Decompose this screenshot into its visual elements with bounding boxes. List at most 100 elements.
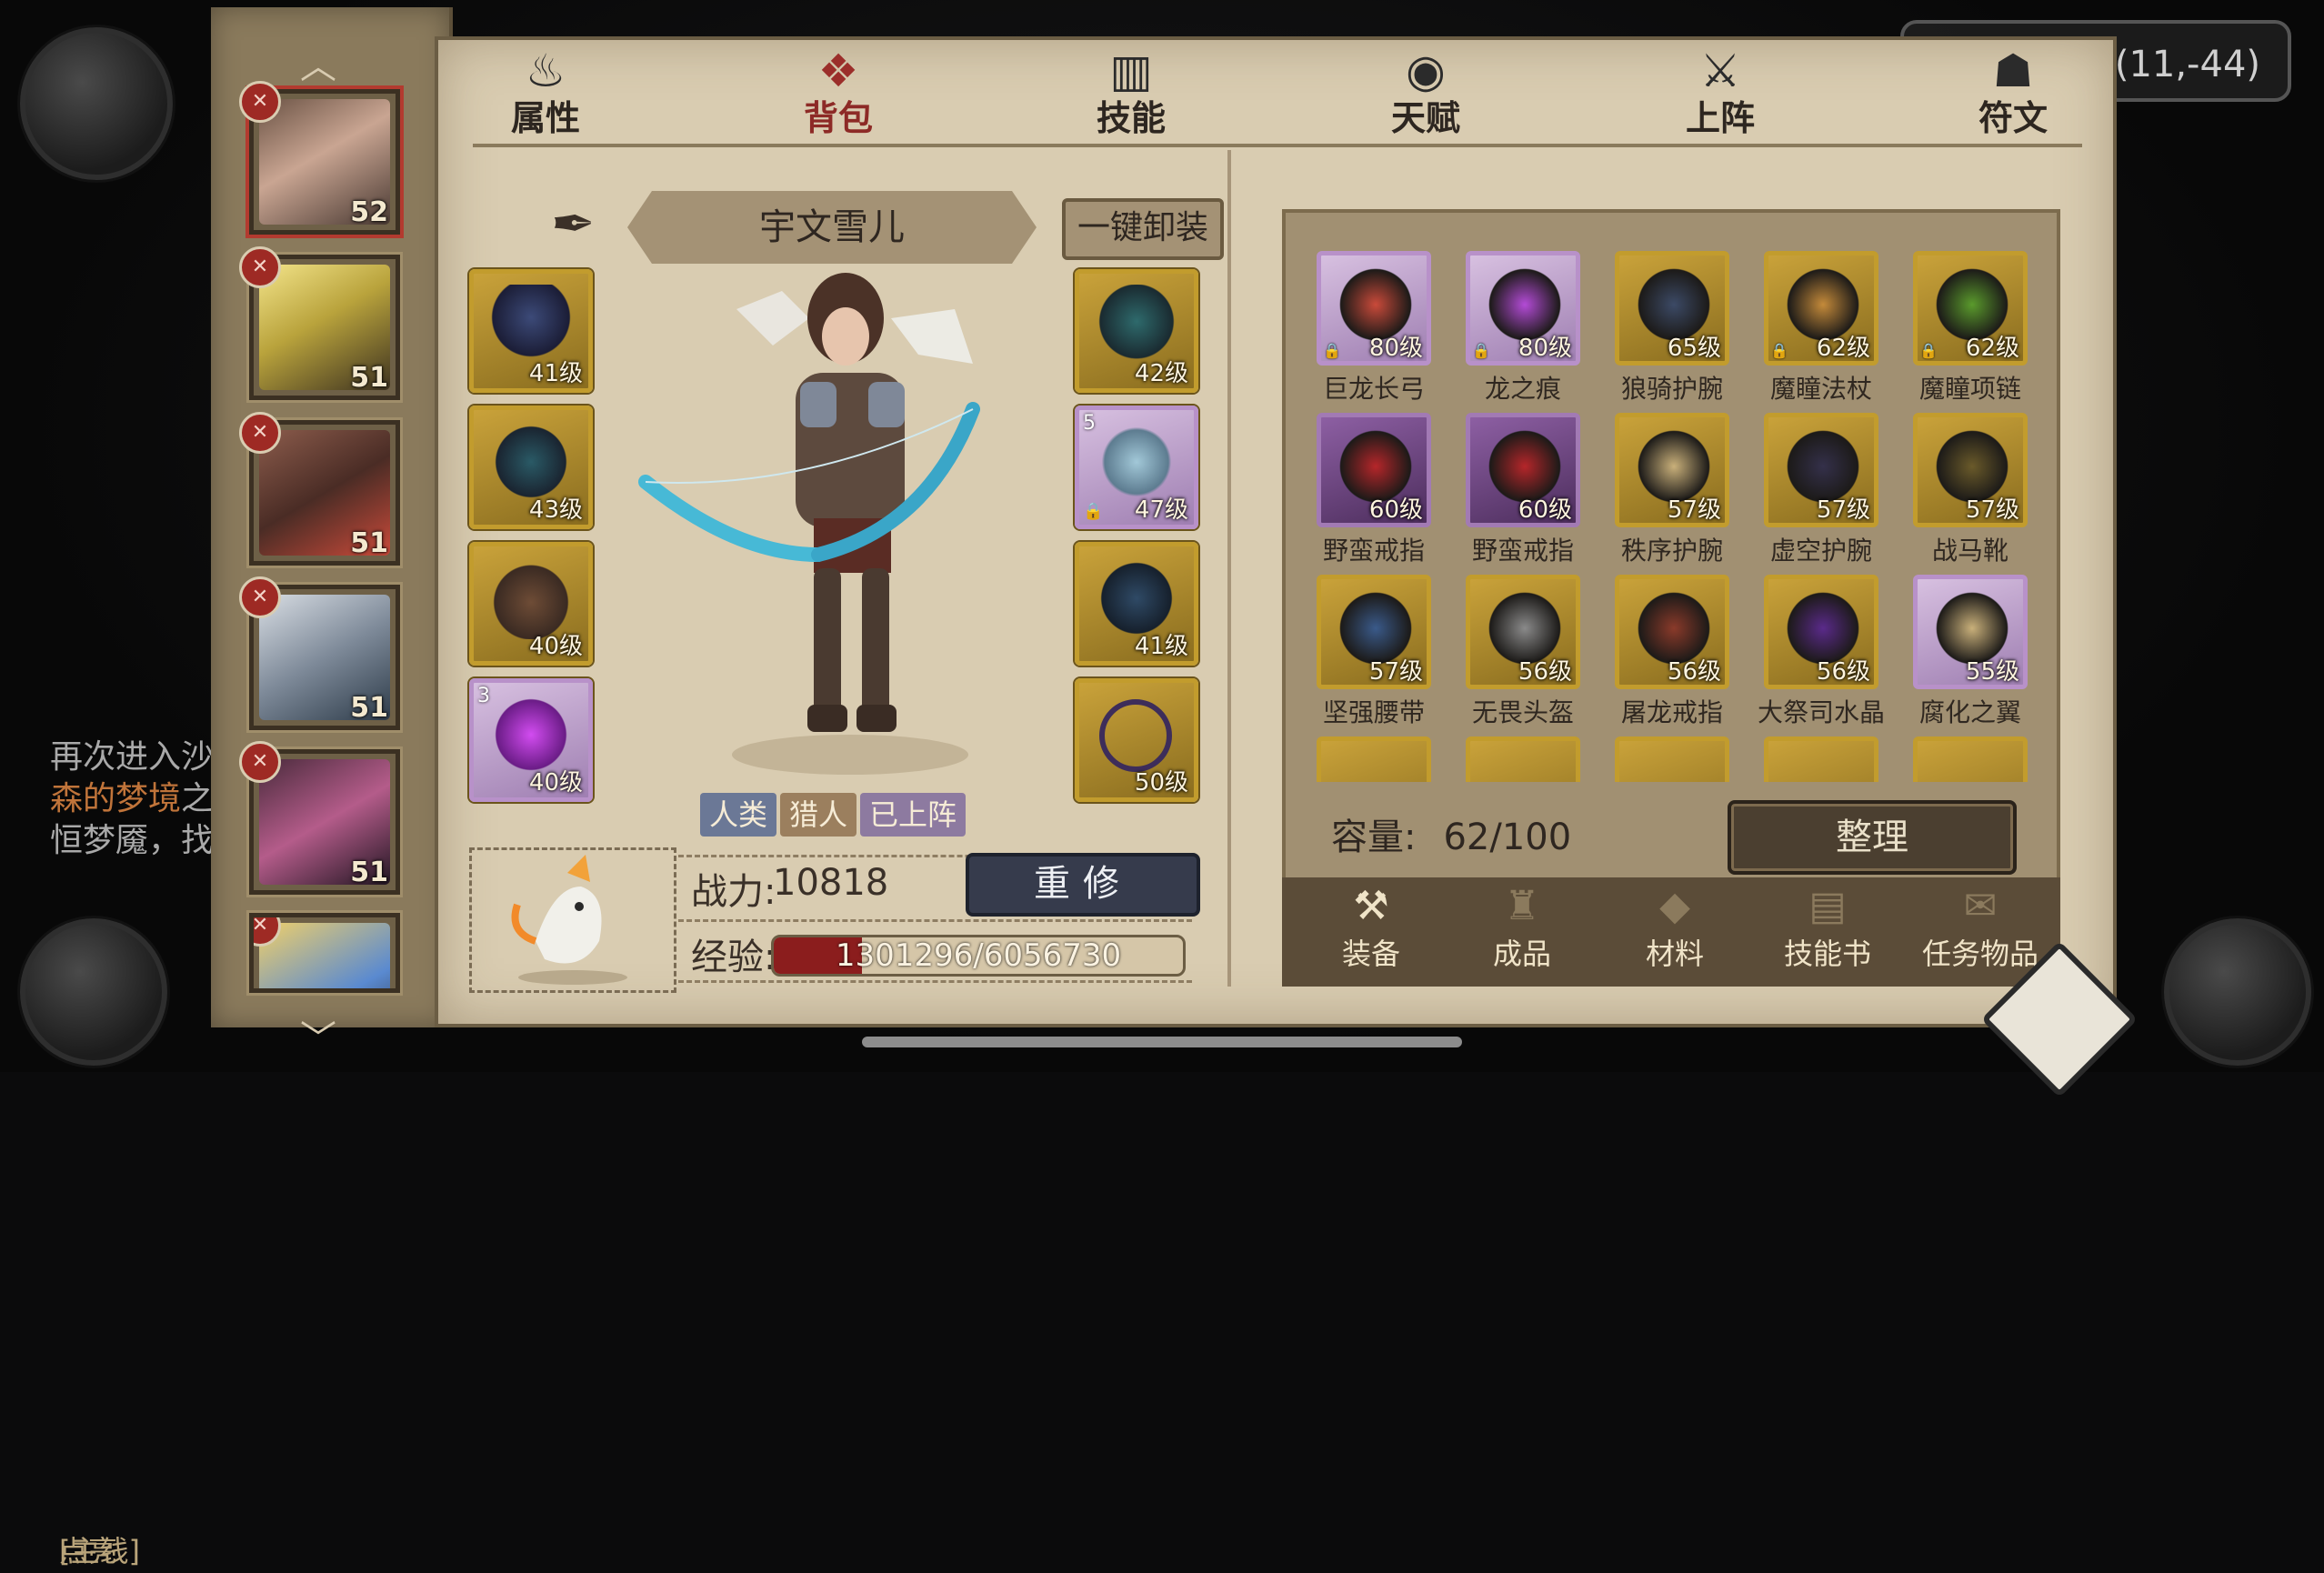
inventory-item[interactable]: 🔒 80级龙之痕 [1466,251,1580,406]
item-name: 野蛮戒指 [1471,536,1574,566]
tab-runes[interactable]: ☗ 符文 [1940,44,2086,144]
power-label: 战力: [691,871,776,913]
tab-deploy[interactable]: ⚔ 上阵 [1648,44,1793,144]
quest-item-icon: ✉ [1963,883,1998,929]
item-level: 40级 [528,633,583,660]
inventory-item[interactable]: 60级 野蛮戒指 [1317,413,1431,567]
item-frame: 🔒 80级 [1466,251,1580,366]
hero-card[interactable]: ✕ 51 [239,576,400,730]
inventory-item[interactable]: 57级 秩序护腕 [1615,413,1729,567]
pet-icon [511,855,627,985]
map-button[interactable] [20,918,167,1066]
item-level: 47级 [1134,496,1188,524]
item-level: 55级 [1965,658,2019,686]
character-figure [638,273,980,775]
equip-slot-weapon[interactable]: 5 🔒 47级 [1075,406,1198,529]
hero-card[interactable]: ✕ 51 [239,412,400,566]
item-frame: 60级 [1466,413,1580,527]
inventory-item-partial[interactable] [1764,736,1878,782]
inventory-item-partial[interactable] [1317,736,1431,782]
tab-backpack[interactable]: ❖ 背包 [766,44,911,144]
tab-materials[interactable]: ◆ 材料 [1602,877,1748,987]
equip-slot-necklace[interactable]: 50级 [1075,678,1198,802]
item-frame: 57级 [1913,413,2028,527]
item-frame: 🔒 80级 [1317,251,1431,366]
item-frame: 🔒 62级 [1913,251,2028,366]
player-avatar-button[interactable] [20,27,173,180]
panel-separator [1227,150,1231,987]
item-name: 狼骑护腕 [1620,374,1723,404]
retrain-button[interactable]: 重修 [966,853,1200,917]
item-frame: 56级 [1615,575,1729,689]
inventory-item-partial[interactable] [1466,736,1580,782]
inventory-item[interactable]: 65级狼骑护腕 [1615,251,1729,406]
item-name: 巨龙长弓 [1322,374,1425,404]
class-badge-icon: ✕ [239,246,281,288]
flame-icon: ♨ [525,45,566,97]
scroll-down-icon[interactable]: ﹀ [300,1009,336,1062]
inventory-item[interactable]: 56级 大祭司水晶 [1758,575,1885,729]
item-level: 40级 [528,769,583,797]
inventory-item[interactable]: 57级 战马靴 [1913,413,2028,567]
class-badge-icon: ✕ [239,412,281,454]
necklace-icon [1099,699,1172,772]
quill-icon[interactable]: ✒ [551,193,596,255]
item-name: 龙之痕 [1484,374,1561,404]
inventory-item[interactable]: 56级 无畏头盔 [1466,575,1580,729]
tab-equipment[interactable]: ⚒ 装备 [1298,877,1444,987]
item-frame: 57级 [1764,413,1878,527]
item-frame: 65级 [1615,251,1729,366]
eye-icon: ◉ [1406,45,1446,97]
hero-card[interactable]: ✕ 52 [239,81,400,235]
equip-slot-bracer[interactable]: 41级 [1075,542,1198,666]
item-name: 魔瞳法杖 [1769,374,1872,404]
tab-divider [473,144,2082,147]
inventory-item-partial[interactable] [1615,736,1729,782]
item-frame: 56级 [1764,575,1878,689]
item-name: 秩序护腕 [1620,536,1723,566]
lock-icon: 🔒 [1919,342,1938,359]
pet-slot[interactable] [469,847,676,993]
equip-slot-helmet[interactable]: 41级 [469,269,593,393]
hero-card[interactable]: ✕ 51 [239,741,400,895]
equip-slot-gloves[interactable]: 3 40级 [469,678,593,802]
inventory-item-partial[interactable] [1913,736,2028,782]
item-level: 62级 [1965,335,2019,362]
item-frame: 60级 [1317,413,1431,527]
bag-icon: ❖ [817,45,859,97]
hero-card[interactable]: ✕ [249,913,400,993]
tab-talents[interactable]: ◉ 天赋 [1353,44,1498,144]
inventory-item[interactable]: 🔒 62级魔瞳法杖 [1764,251,1878,406]
character-name: 宇文雪儿 [759,206,905,248]
tag-deployed: 已上阵 [860,793,967,837]
hero-card[interactable]: ✕ 51 [239,246,400,400]
home-button[interactable] [2164,918,2311,1066]
inventory-item[interactable]: 56级 屠龙戒指 [1615,575,1729,729]
scroll-up-icon[interactable]: ︿ [300,36,336,89]
tab-skills[interactable]: ▥ 技能 [1058,44,1204,144]
inventory-item[interactable]: 🔒 62级 魔瞳项链 [1913,251,2028,406]
sort-button[interactable]: 整理 [1728,800,2017,875]
tab-products[interactable]: ♜ 成品 [1449,877,1595,987]
equip-slot-shoulder[interactable]: 42级 [1075,269,1198,393]
quest-line-2b: 之 [181,780,215,817]
item-level: 57级 [1816,496,1870,524]
inventory-item[interactable]: 60级野蛮戒指 [1466,413,1580,567]
tab-skill-books[interactable]: ▤ 技能书 [1755,877,1900,987]
equip-slot-boots[interactable]: 40级 [469,542,593,666]
character-name-banner: 宇文雪儿 [627,191,1037,264]
tab-attributes[interactable]: ♨ 属性 [473,44,618,144]
lock-icon: 🔒 [1323,342,1341,359]
inventory-item[interactable]: 57级 虚空护腕 [1764,413,1878,567]
item-level: 62级 [1816,335,1870,362]
inventory-item[interactable]: 57级 坚强腰带 [1317,575,1431,729]
unequip-all-button[interactable]: 一键卸装 [1062,198,1224,260]
inventory-item[interactable]: 55级 腐化之翼 [1913,575,2028,729]
item-frame [1764,736,1878,782]
equip-slot-armor[interactable]: 43级 [469,406,593,529]
quest-title: 点亮 [59,1534,118,1568]
inventory-item[interactable]: 🔒 80级巨龙长弓 [1317,251,1431,406]
system-home-indicator [862,1037,1462,1047]
lock-icon: 🔒 [1770,342,1788,359]
item-frame: 56级 [1466,575,1580,689]
